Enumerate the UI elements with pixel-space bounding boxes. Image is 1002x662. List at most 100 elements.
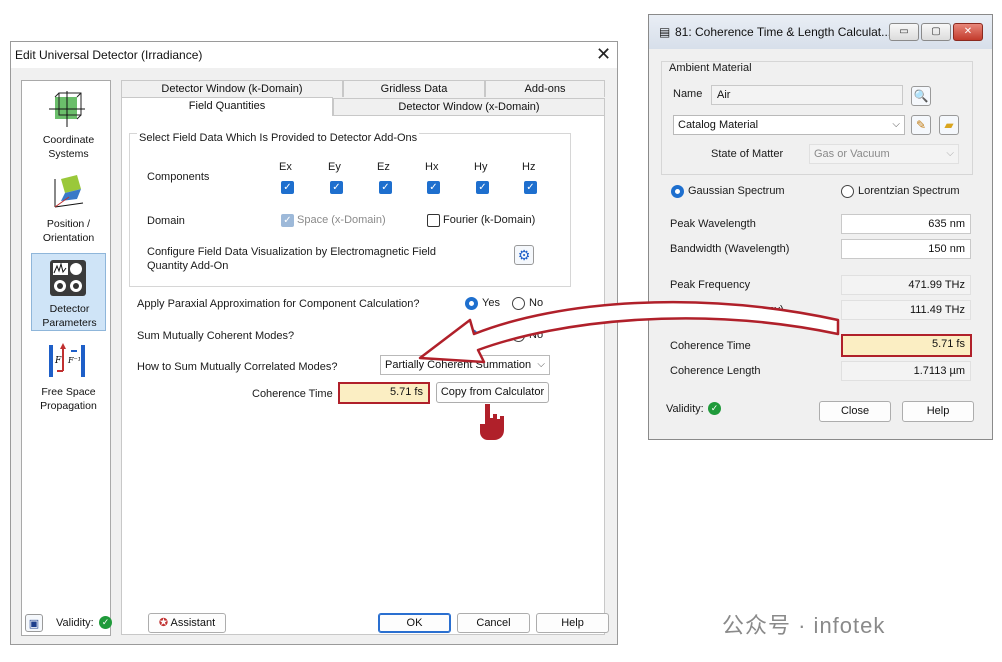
tab-add-ons[interactable]: Add-ons bbox=[485, 80, 605, 97]
calc-coherence-time-label: Coherence Time bbox=[670, 340, 751, 352]
domain-label: Domain bbox=[147, 215, 185, 227]
sum-coherent-yes-label: Yes bbox=[482, 329, 500, 341]
paraxial-no-label: No bbox=[529, 297, 544, 309]
lorentzian-spectrum-radio[interactable] bbox=[841, 185, 854, 198]
coherence-time-label: Coherence Time bbox=[252, 388, 333, 400]
ok-button[interactable]: OK bbox=[378, 613, 451, 633]
svg-text:F⁻¹: F⁻¹ bbox=[67, 356, 81, 365]
paraxial-no-radio[interactable] bbox=[512, 297, 525, 310]
peak-frequency-field: 471.99 THz bbox=[841, 275, 971, 295]
peak-wavelength-label: Peak Wavelength bbox=[670, 218, 756, 230]
component-ex-label: Ex bbox=[279, 161, 292, 173]
maximize-button[interactable]: ▢ bbox=[921, 23, 951, 41]
checkbox-fourier-domain[interactable] bbox=[427, 214, 440, 227]
paraxial-question: Apply Paraxial Approximation for Compone… bbox=[137, 298, 420, 310]
sidebar-item-detector-parameters[interactable]: Detector Parameters bbox=[31, 253, 106, 331]
svg-text:F: F bbox=[54, 356, 62, 366]
checkbox-hx[interactable]: ✓ bbox=[427, 181, 440, 194]
checkbox-ex[interactable]: ✓ bbox=[281, 181, 294, 194]
name-label: Name bbox=[673, 88, 703, 100]
sidebar-item-position-orientation[interactable]: Position / Orientation bbox=[31, 169, 106, 247]
state-of-matter-select: Gas or Vacuum ⌵ bbox=[809, 144, 959, 164]
space-domain-label: Space (x-Domain) bbox=[297, 214, 386, 226]
sidebar-item-coordinate-systems[interactable]: Coordinate Systems bbox=[31, 85, 106, 163]
dialog-title: Edit Universal Detector (Irradiance) bbox=[15, 48, 203, 62]
calculator-title: 81: Coherence Time & Length Calculat... bbox=[675, 25, 892, 39]
configure-visualization-text: Configure Field Data Visualization by El… bbox=[147, 246, 436, 272]
gaussian-spectrum-radio[interactable] bbox=[671, 185, 684, 198]
validity-label: Validity: bbox=[56, 617, 94, 629]
sum-coherent-no-radio[interactable] bbox=[512, 329, 525, 342]
edit-detector-dialog: Edit Universal Detector (Irradiance) ✕ C… bbox=[10, 41, 618, 645]
material-name-field[interactable]: Air bbox=[711, 85, 903, 105]
coherence-calculator-window: ▤ 81: Coherence Time & Length Calculat..… bbox=[648, 14, 993, 440]
calculator-titlebar: ▤ 81: Coherence Time & Length Calculat..… bbox=[649, 15, 992, 49]
catalog-material-value: Catalog Material bbox=[678, 119, 759, 131]
edit-pencil-icon[interactable]: ✎ bbox=[911, 115, 931, 135]
checkbox-hy[interactable]: ✓ bbox=[476, 181, 489, 194]
component-hz-label: Hz bbox=[522, 161, 536, 173]
peak-wavelength-field[interactable]: 635 nm bbox=[841, 214, 971, 234]
sidebar-item-label: Coordinate Systems bbox=[42, 134, 95, 160]
coherence-length-field: 1.7113 µm bbox=[841, 361, 971, 381]
paraxial-yes-radio[interactable] bbox=[465, 297, 478, 310]
calc-help-button[interactable]: Help bbox=[902, 401, 974, 422]
lorentzian-spectrum-label: Lorentzian Spectrum bbox=[858, 185, 960, 197]
calc-validity-label: Validity: bbox=[666, 403, 704, 415]
checkbox-hz[interactable]: ✓ bbox=[524, 181, 537, 194]
search-icon[interactable]: 🔍 bbox=[911, 86, 931, 106]
detector-parameters-icon bbox=[50, 260, 86, 296]
close-window-button[interactable]: ✕ bbox=[953, 23, 983, 41]
assistant-icon: ✪ bbox=[158, 617, 169, 629]
open-folder-icon[interactable]: ▰ bbox=[939, 115, 959, 135]
free-space-propagation-icon: F F⁻¹ bbox=[49, 343, 85, 377]
sidebar-item-label: Detector Parameters bbox=[42, 303, 97, 329]
tab-field-quantities[interactable]: Field Quantities bbox=[121, 97, 333, 116]
checkbox-ez[interactable]: ✓ bbox=[379, 181, 392, 194]
group-title: Select Field Data Which Is Provided to D… bbox=[137, 132, 420, 144]
chevron-down-icon: ⌵ bbox=[946, 148, 954, 159]
save-icon[interactable]: ▣ bbox=[25, 614, 43, 632]
chevron-down-icon: ⌵ bbox=[892, 119, 900, 130]
tab-detector-window-x[interactable]: Detector Window (x-Domain) bbox=[333, 98, 605, 115]
minimize-button[interactable]: ▭ bbox=[889, 23, 919, 41]
sidebar-item-free-space-propagation[interactable]: F F⁻¹ Free Space Propagation bbox=[31, 337, 106, 415]
tab-gridless-data[interactable]: Gridless Data bbox=[343, 80, 485, 97]
validity-check-icon: ✓ bbox=[99, 616, 112, 629]
close-icon[interactable]: ✕ bbox=[596, 44, 611, 64]
checkbox-space-domain: ✓ bbox=[281, 214, 294, 227]
calc-validity-check-icon: ✓ bbox=[708, 402, 721, 415]
sum-coherent-yes-radio[interactable] bbox=[465, 329, 478, 342]
bandwidth-wavelength-label: Bandwidth (Wavelength) bbox=[670, 243, 790, 255]
sum-mode-select[interactable]: Partially Coherent Summation ⌵ bbox=[380, 355, 550, 375]
hand-cursor-icon bbox=[480, 404, 504, 440]
dialog-titlebar: Edit Universal Detector (Irradiance) ✕ bbox=[11, 42, 617, 68]
component-hy-label: Hy bbox=[474, 161, 488, 173]
calc-close-button[interactable]: Close bbox=[819, 401, 891, 422]
peak-frequency-label: Peak Frequency bbox=[670, 279, 751, 291]
watermark-text: 公众号 · infotek bbox=[722, 613, 886, 638]
help-button[interactable]: Help bbox=[536, 613, 609, 633]
coherence-time-input[interactable]: 5.71 fs bbox=[338, 382, 430, 404]
assistant-button[interactable]: ✪ Assistant bbox=[148, 613, 226, 633]
calc-coherence-time-field: 5.71 fs bbox=[841, 334, 972, 357]
sidebar-item-label: Free Space Propagation bbox=[40, 386, 97, 412]
gear-icon[interactable]: ⚙ bbox=[514, 245, 534, 265]
tab-detector-window-k[interactable]: Detector Window (k-Domain) bbox=[121, 80, 343, 97]
sum-coherent-no-label: No bbox=[529, 329, 544, 341]
bandwidth-frequency-field: 111.49 THz bbox=[841, 300, 971, 320]
checkbox-ey[interactable]: ✓ bbox=[330, 181, 343, 194]
cancel-button[interactable]: Cancel bbox=[457, 613, 530, 633]
bandwidth-wavelength-field[interactable]: 150 nm bbox=[841, 239, 971, 259]
sum-mode-value: Partially Coherent Summation bbox=[385, 359, 532, 371]
assistant-label: Assistant bbox=[170, 617, 216, 629]
chevron-down-icon: ⌵ bbox=[537, 359, 545, 370]
state-of-matter-label: State of Matter bbox=[711, 148, 784, 160]
paraxial-yes-label: Yes bbox=[482, 297, 500, 309]
state-of-matter-value: Gas or Vacuum bbox=[814, 148, 890, 160]
coordinate-systems-icon bbox=[49, 91, 85, 127]
components-label: Components bbox=[147, 171, 210, 183]
sum-correlated-question: How to Sum Mutually Correlated Modes? bbox=[137, 361, 338, 373]
catalog-material-select[interactable]: Catalog Material ⌵ bbox=[673, 115, 905, 135]
copy-from-calculator-button[interactable]: Copy from Calculator bbox=[436, 382, 549, 403]
